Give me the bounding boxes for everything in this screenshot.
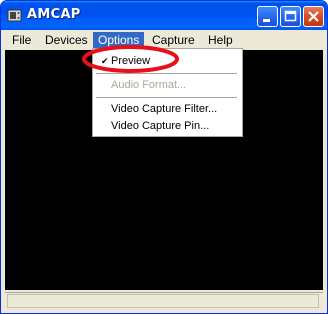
menu-item-video-capture-pin[interactable]: Video Capture Pin...	[94, 117, 241, 135]
menu-help-label: Help	[208, 33, 233, 47]
minimize-button[interactable]	[257, 6, 278, 27]
menu-file[interactable]: File	[7, 32, 36, 49]
status-pane	[7, 294, 319, 308]
maximize-button[interactable]	[280, 6, 301, 27]
menu-item-audio-format: Audio Format...	[94, 76, 241, 94]
window-title: AMCAP	[27, 7, 81, 22]
status-bar	[5, 292, 323, 310]
menu-item-video-capture-filter-label: Video Capture Filter...	[111, 103, 218, 115]
menu-file-label: File	[12, 33, 32, 47]
camera-app-icon	[7, 9, 22, 22]
maximize-icon	[284, 10, 297, 22]
menu-item-video-capture-pin-label: Video Capture Pin...	[111, 120, 210, 132]
close-icon	[308, 11, 319, 22]
title-bar[interactable]: AMCAP	[1, 1, 327, 30]
menu-separator	[96, 97, 237, 98]
menu-help[interactable]: Help	[203, 32, 238, 49]
menu-item-audio-format-label: Audio Format...	[111, 79, 187, 91]
close-button[interactable]	[303, 6, 324, 27]
highlight-annotation-ellipse	[82, 45, 179, 73]
menu-item-video-capture-filter[interactable]: Video Capture Filter...	[94, 100, 241, 118]
minimize-icon	[263, 19, 270, 22]
